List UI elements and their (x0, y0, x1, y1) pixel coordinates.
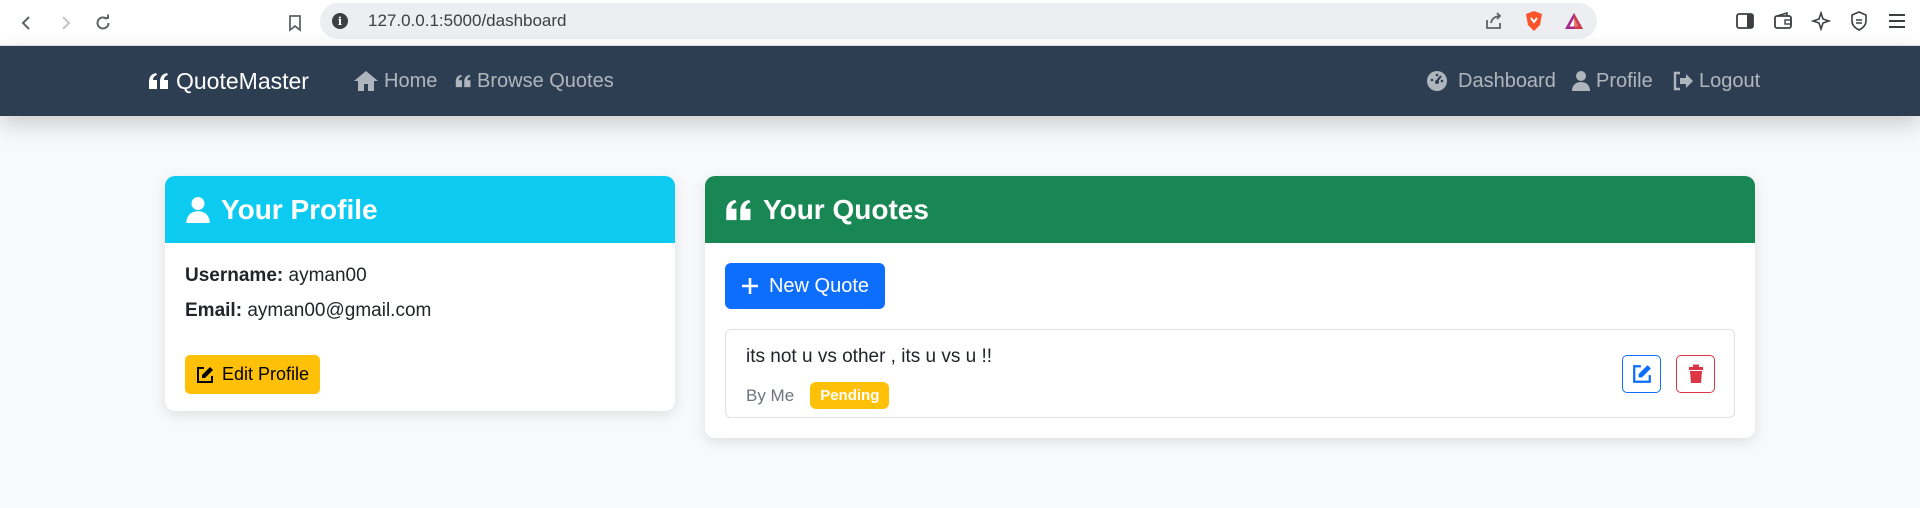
url-text[interactable]: 127.0.0.1:5000/dashboard (368, 11, 567, 31)
brand-link[interactable]: QuoteMaster (148, 46, 309, 116)
reload-icon (96, 14, 110, 30)
nav-home-label: Home (384, 69, 438, 92)
forward-button[interactable] (50, 8, 80, 38)
edit-icon (1632, 365, 1651, 383)
email-label: Email: (185, 300, 243, 321)
quotes-card: Your Quotes New Quote its not u vs other… (705, 176, 1755, 438)
browser-toolbar: i 127.0.0.1:5000/dashboard (0, 0, 1920, 46)
nav-logout[interactable]: Logout (1672, 46, 1760, 116)
quote-meta: By Me Pending (746, 382, 890, 409)
profile-card-title: Your Profile (221, 193, 378, 225)
brand-text: QuoteMaster (176, 67, 309, 94)
back-button[interactable] (12, 8, 42, 38)
nav-home[interactable]: Home (353, 46, 437, 116)
brave-rewards-icon[interactable] (1561, 8, 1587, 34)
logout-icon (1673, 71, 1693, 91)
nav-dashboard[interactable]: Dashboard (1426, 46, 1556, 116)
status-badge: Pending (810, 382, 890, 409)
brave-shield-icon[interactable] (1521, 8, 1547, 34)
quote-author: By Me (746, 385, 795, 405)
nav-logout-label: Logout (1699, 69, 1761, 92)
share-icon[interactable] (1481, 8, 1507, 34)
username-row: Username: ayman00 (185, 265, 655, 289)
quote-left-icon (455, 74, 471, 88)
menu-icon[interactable] (1884, 8, 1910, 34)
profile-card: Your Profile Username: ayman00 Email: ay… (165, 176, 675, 411)
profile-card-header: Your Profile (165, 176, 675, 243)
nav-profile[interactable]: Profile (1571, 46, 1653, 116)
email-row: Email: ayman00@gmail.com (185, 300, 655, 324)
quote-left-icon (726, 199, 751, 220)
new-quote-button[interactable]: New Quote (725, 263, 885, 309)
leo-ai-icon[interactable] (1808, 8, 1834, 34)
delete-quote-button[interactable] (1676, 355, 1715, 393)
home-icon (354, 71, 378, 91)
app-navbar: QuoteMaster Home Browse Quotes Dashboard… (0, 46, 1920, 116)
quote-left-icon (149, 73, 168, 89)
nav-dashboard-label: Dashboard (1458, 69, 1556, 92)
edit-quote-button[interactable] (1622, 355, 1661, 393)
vpn-shield-icon[interactable] (1846, 8, 1872, 34)
trash-icon (1688, 364, 1703, 383)
quote-text: its not u vs other , its u vs u !! (746, 346, 993, 367)
quotes-card-title: Your Quotes (763, 193, 929, 225)
quote-list-item: its not u vs other , its u vs u !! By Me… (725, 329, 1735, 418)
quotes-card-header: Your Quotes (705, 176, 1755, 243)
username-label: Username: (185, 265, 284, 286)
email-value: ayman00@gmail.com (247, 300, 432, 321)
nav-browse-label: Browse Quotes (477, 69, 614, 92)
bookmark-button[interactable] (280, 8, 310, 38)
user-icon (186, 196, 210, 223)
nav-browse-quotes[interactable]: Browse Quotes (455, 46, 614, 116)
new-quote-label: New Quote (768, 274, 870, 297)
sidebar-toggle-icon[interactable] (1732, 8, 1758, 34)
bookmark-icon (289, 15, 301, 32)
edit-profile-label: Edit Profile (222, 364, 310, 384)
edit-profile-button[interactable]: Edit Profile (185, 355, 321, 394)
back-arrow-icon (21, 16, 30, 30)
address-bar[interactable]: i 127.0.0.1:5000/dashboard (320, 3, 1597, 39)
username-value: ayman00 (288, 265, 367, 286)
forward-arrow-icon (62, 16, 71, 30)
reload-button[interactable] (88, 8, 118, 38)
plus-icon (741, 278, 758, 294)
nav-profile-label: Profile (1596, 69, 1653, 92)
wallet-icon[interactable] (1770, 8, 1796, 34)
gauge-icon (1427, 71, 1447, 91)
edit-icon (197, 366, 213, 383)
site-info-icon[interactable]: i (332, 13, 348, 29)
user-icon (1572, 71, 1590, 91)
